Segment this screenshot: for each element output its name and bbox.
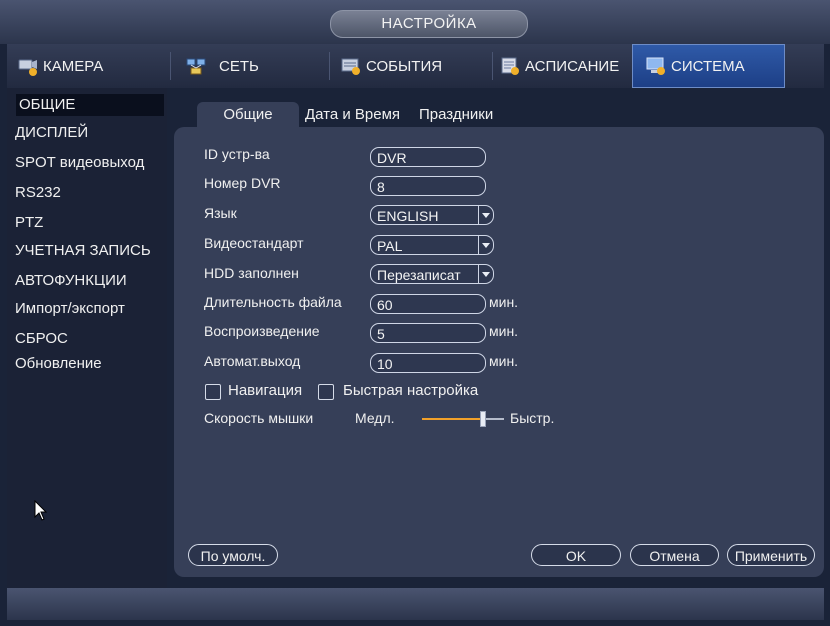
chevron-down-icon xyxy=(478,206,493,224)
tab-camera-label: КАМЕРА xyxy=(43,57,104,75)
subtab-date-time[interactable]: Дата и Время xyxy=(305,102,400,128)
apply-button[interactable]: Применить xyxy=(727,544,815,566)
slider-handle[interactable] xyxy=(480,411,486,427)
video-standard-label: Видеостандарт xyxy=(204,235,304,251)
default-button[interactable]: По умолч. xyxy=(188,544,278,566)
sidebar-item-reset[interactable]: СБРОС xyxy=(15,328,165,350)
tab-events[interactable]: СОБЫТИЯ xyxy=(340,44,490,88)
tab-system-label: СИСТЕМА xyxy=(671,57,745,75)
dvr-no-field[interactable]: 8 xyxy=(370,176,486,196)
sidebar-item-upgrade[interactable]: Обновление xyxy=(15,353,165,375)
schedule-icon xyxy=(499,55,521,77)
mouse-speed-slow: Медл. xyxy=(355,410,395,426)
slider-track-filled xyxy=(422,418,480,420)
main-tab-bar: КАМЕРА СЕТЬ СОБЫТИЯ АСПИСАНИЕ СИСТЕМА xyxy=(7,44,824,88)
sidebar: ОБЩИЕ ДИСПЛЕЙ SPOT видеовыход RS232 PTZ … xyxy=(7,88,167,588)
settings-panel xyxy=(174,127,824,577)
playback-unit: мин. xyxy=(489,323,519,339)
pack-duration-field[interactable]: 60 xyxy=(370,294,486,314)
hdd-full-value: Перезаписат xyxy=(377,267,461,283)
pack-duration-unit: мин. xyxy=(489,294,519,310)
tab-camera[interactable]: КАМЕРА xyxy=(17,44,167,88)
tab-divider xyxy=(492,52,493,80)
auto-logout-field[interactable]: 10 xyxy=(370,353,486,373)
events-icon xyxy=(340,55,362,77)
sidebar-item-rs232[interactable]: RS232 xyxy=(15,182,165,204)
tab-schedule-label: АСПИСАНИЕ xyxy=(525,57,620,75)
tab-schedule[interactable]: АСПИСАНИЕ xyxy=(499,44,627,88)
window-title: НАСТРОЙКА xyxy=(330,10,528,38)
network-icon xyxy=(185,55,207,77)
tab-events-label: СОБЫТИЯ xyxy=(366,57,443,75)
mouse-speed-label: Скорость мышки xyxy=(204,410,314,426)
video-standard-select[interactable]: PAL xyxy=(370,235,494,255)
title-bar: НАСТРОЙКА xyxy=(0,0,830,44)
settings-window: НАСТРОЙКА КАМЕРА СЕТЬ СОБЫТИЯ АСПИСАНИЕ … xyxy=(0,0,830,626)
sidebar-item-general[interactable]: ОБЩИЕ xyxy=(16,94,164,116)
auto-logout-label: Автомат.выход xyxy=(204,353,301,369)
language-label: Язык xyxy=(204,205,237,221)
subtab-holidays[interactable]: Праздники xyxy=(419,102,493,128)
dvr-no-label: Номер DVR xyxy=(204,175,281,191)
tab-divider xyxy=(329,52,330,80)
quick-setup-label: Быстрая настройка xyxy=(343,382,479,399)
system-icon xyxy=(645,55,667,77)
pack-duration-label: Длительность файла xyxy=(204,294,342,310)
slider-track-rest xyxy=(486,418,504,420)
hdd-full-select[interactable]: Перезаписат xyxy=(370,264,494,284)
tab-network-label: СЕТЬ xyxy=(219,57,259,75)
language-select[interactable]: ENGLISH xyxy=(370,205,494,225)
sidebar-item-spot[interactable]: SPOT видеовыход xyxy=(15,152,157,174)
ok-button[interactable]: OK xyxy=(531,544,621,566)
sidebar-item-account[interactable]: УЧЕТНАЯ ЗАПИСЬ xyxy=(15,240,157,262)
hdd-full-label: HDD заполнен xyxy=(204,265,299,281)
subtab-general[interactable]: Общие xyxy=(197,102,299,128)
device-id-label: ID устр-ва xyxy=(204,146,270,162)
language-value: ENGLISH xyxy=(377,208,439,224)
quick-setup-checkbox[interactable] xyxy=(318,384,334,400)
sidebar-item-import-export[interactable]: Импорт/экспорт xyxy=(15,298,165,320)
device-id-field[interactable]: DVR xyxy=(370,147,486,167)
sidebar-item-ptz[interactable]: PTZ xyxy=(15,212,165,234)
camera-icon xyxy=(17,55,39,77)
tab-divider xyxy=(170,52,171,80)
video-standard-value: PAL xyxy=(377,238,403,254)
tab-network[interactable]: СЕТЬ xyxy=(185,44,325,88)
chevron-down-icon xyxy=(478,265,493,283)
auto-logout-unit: мин. xyxy=(489,353,519,369)
mouse-speed-fast: Быстр. xyxy=(510,410,555,426)
mouse-cursor-icon xyxy=(34,499,48,527)
navigation-label: Навигация xyxy=(228,382,303,399)
chevron-down-icon xyxy=(478,236,493,254)
sidebar-item-display[interactable]: ДИСПЛЕЙ xyxy=(15,122,165,144)
navigation-checkbox[interactable] xyxy=(205,384,221,400)
cancel-button[interactable]: Отмена xyxy=(630,544,719,566)
playback-label: Воспроизведение xyxy=(204,323,320,339)
sidebar-item-auto-maintain[interactable]: АВТОФУНКЦИИ xyxy=(15,270,165,292)
tab-system[interactable]: СИСТЕМА xyxy=(632,44,785,88)
playback-field[interactable]: 5 xyxy=(370,323,486,343)
status-bar xyxy=(7,588,824,620)
